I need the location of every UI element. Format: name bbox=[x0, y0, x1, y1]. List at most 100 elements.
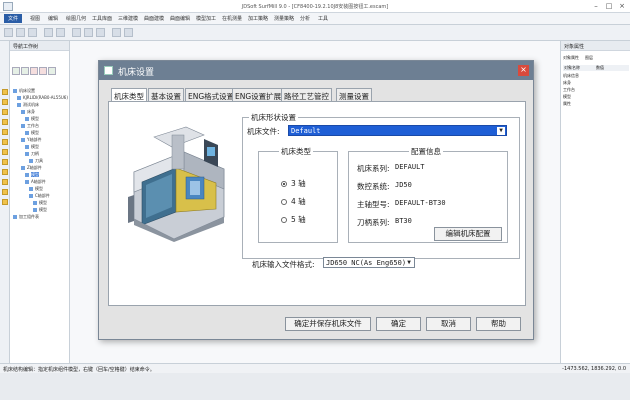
config-label: 机床系列: bbox=[357, 164, 390, 173]
menu-file[interactable]: 文件 bbox=[4, 14, 23, 23]
radio-3-axis[interactable]: 3 轴 bbox=[281, 178, 306, 189]
tree-node[interactable]: 床身 bbox=[13, 109, 68, 116]
tree-node-label: 模型 bbox=[35, 186, 43, 191]
tab-eng-extension[interactable]: ENG设置扩展 bbox=[232, 88, 285, 101]
menu-surface-edit[interactable]: 曲面编辑 bbox=[170, 15, 190, 22]
menu-measure-strategy[interactable]: 测量策略 bbox=[274, 15, 294, 22]
save-icon[interactable] bbox=[28, 28, 37, 37]
tree-node[interactable]: 工作台 bbox=[13, 123, 68, 130]
menu-edit[interactable]: 编辑 bbox=[48, 15, 58, 22]
arc-icon[interactable] bbox=[2, 109, 8, 115]
settings-icon[interactable] bbox=[48, 67, 56, 75]
tab-machine-type[interactable]: 机床类型 bbox=[111, 88, 147, 102]
dialog-icon bbox=[104, 66, 113, 75]
mirror-icon[interactable] bbox=[2, 189, 8, 195]
menu-machining-strategy[interactable]: 加工策略 bbox=[248, 15, 268, 22]
undo-icon[interactable] bbox=[44, 28, 53, 37]
config-value: BT30 bbox=[395, 217, 412, 225]
check-icon[interactable] bbox=[12, 67, 20, 75]
rotate-icon[interactable] bbox=[96, 28, 105, 37]
menu-draw[interactable]: 绘图几何 bbox=[66, 15, 86, 22]
property-row[interactable]: 属性 bbox=[563, 101, 579, 108]
menu-model-machining[interactable]: 模型加工 bbox=[196, 15, 216, 22]
menu-surface-model[interactable]: 曲面建模 bbox=[144, 15, 164, 22]
menu-tools-lib[interactable]: 工具库面 bbox=[92, 15, 112, 22]
tree-node[interactable]: 模型 bbox=[13, 172, 68, 179]
trim-icon[interactable] bbox=[2, 159, 8, 165]
close-window-button[interactable]: × bbox=[616, 2, 628, 10]
tab-basic-settings[interactable]: 基本设置 bbox=[148, 88, 184, 101]
redo-icon[interactable] bbox=[56, 28, 65, 37]
open-icon[interactable] bbox=[16, 28, 25, 37]
property-row[interactable]: 机床信息 bbox=[563, 73, 579, 80]
machine-tree: 机床设置 KJRLIDI(RAB0-AL55U6) 测试机床 床身 模型 工作台 模型 Y轴部… bbox=[13, 88, 68, 221]
delete-icon[interactable] bbox=[39, 67, 47, 75]
tab-measure-settings[interactable]: 测量设置 bbox=[336, 88, 372, 101]
save-machine-file-button[interactable]: 确定并保存机床文件 bbox=[285, 317, 371, 331]
rect-icon[interactable] bbox=[2, 129, 8, 135]
tree-node[interactable]: 机床设置 bbox=[13, 88, 68, 95]
zoom-icon[interactable] bbox=[84, 28, 93, 37]
tree-node-label: 模型 bbox=[31, 116, 39, 121]
menu-3d-model[interactable]: 三维建模 bbox=[118, 15, 138, 22]
color-icon[interactable] bbox=[124, 28, 133, 37]
tree-node-label: Z轴部件 bbox=[27, 165, 42, 170]
property-row[interactable]: 模型 bbox=[563, 94, 579, 101]
tree-node[interactable]: Y轴部件 bbox=[13, 137, 68, 144]
circle-icon[interactable] bbox=[2, 119, 8, 125]
menu-view[interactable]: 视图 bbox=[30, 15, 40, 22]
menu-tools[interactable]: 工具 bbox=[318, 15, 328, 22]
maximize-button[interactable]: □ bbox=[603, 2, 615, 10]
tree-node[interactable]: 刀柄 bbox=[13, 151, 68, 158]
check-icon[interactable] bbox=[21, 67, 29, 75]
tree-node[interactable]: 测试机床 bbox=[13, 102, 68, 109]
offset-icon[interactable] bbox=[2, 179, 8, 185]
minimize-button[interactable]: – bbox=[590, 2, 602, 10]
line-icon[interactable] bbox=[2, 99, 8, 105]
select-icon[interactable] bbox=[72, 28, 81, 37]
layer-icon[interactable] bbox=[112, 28, 121, 37]
dialog-close-button[interactable]: × bbox=[518, 65, 529, 76]
tree-node[interactable]: 模型 bbox=[13, 116, 68, 123]
radio-5-axis[interactable]: 5 轴 bbox=[281, 214, 306, 225]
new-icon[interactable] bbox=[4, 28, 13, 37]
tab-layers[interactable]: 图层 bbox=[585, 55, 593, 60]
tree-node[interactable]: KJRLIDI(RAB0-AL55U6) bbox=[13, 95, 68, 102]
tab-object-props[interactable]: 对象属性 bbox=[563, 55, 579, 60]
tree-node[interactable]: A轴部件 bbox=[13, 179, 68, 186]
machine-file-dropdown[interactable]: Default ▼ bbox=[288, 125, 507, 136]
tree-node[interactable]: 加工组件表 bbox=[13, 214, 68, 221]
config-value: DEFAULT-BT30 bbox=[395, 199, 446, 207]
spline-icon[interactable] bbox=[2, 139, 8, 145]
tab-eng-format[interactable]: ENG格式设置 bbox=[185, 88, 238, 101]
property-row[interactable]: 工作台 bbox=[563, 87, 579, 94]
tree-node[interactable]: C轴部件 bbox=[13, 193, 68, 200]
tree-node[interactable]: 刀具 bbox=[13, 158, 68, 165]
properties-panel: 对象属性 对象属性 图层 对象名称 数值 机床信息 床身 工作台 模型 属性 bbox=[560, 41, 630, 363]
array-icon[interactable] bbox=[2, 199, 8, 205]
tab-path-process[interactable]: 路径工艺管控 bbox=[281, 88, 332, 101]
tab-panel-machine-type: 机床形状设置 机床文件: Default ▼ 机床类型 3 轴 4 轴 5 轴 … bbox=[108, 101, 526, 306]
tree-node[interactable]: 模型 bbox=[13, 130, 68, 137]
menu-onmachine-measure[interactable]: 在机测量 bbox=[222, 15, 242, 22]
menu-analysis[interactable]: 分析 bbox=[300, 15, 310, 22]
edit-machine-config-button[interactable]: 编辑机床配置 bbox=[434, 227, 502, 241]
tree-node[interactable]: 模型 bbox=[13, 207, 68, 214]
cancel-button[interactable]: 取消 bbox=[426, 317, 471, 331]
delete-icon[interactable] bbox=[30, 67, 38, 75]
tree-node[interactable]: 模型 bbox=[13, 144, 68, 151]
property-row[interactable]: 床身 bbox=[563, 80, 579, 87]
ok-button[interactable]: 确定 bbox=[376, 317, 421, 331]
input-format-dropdown[interactable]: JD650 NC(As Eng650) ▼ bbox=[323, 257, 415, 268]
tree-node[interactable]: Z轴部件 bbox=[13, 165, 68, 172]
tree-node[interactable]: 模型 bbox=[13, 200, 68, 207]
window-title-bar: JDSoft SurfMill 9.0 - [CF8400-19.2.10J8安… bbox=[0, 0, 630, 13]
radio-dot bbox=[281, 217, 287, 223]
point-icon[interactable] bbox=[2, 89, 8, 95]
tree-node[interactable]: 模型 bbox=[13, 186, 68, 193]
help-button[interactable]: 帮助 bbox=[476, 317, 521, 331]
dialog-title-bar[interactable]: 机床设置 × bbox=[99, 61, 533, 80]
text-icon[interactable] bbox=[2, 149, 8, 155]
extend-icon[interactable] bbox=[2, 169, 8, 175]
radio-4-axis[interactable]: 4 轴 bbox=[281, 196, 306, 207]
